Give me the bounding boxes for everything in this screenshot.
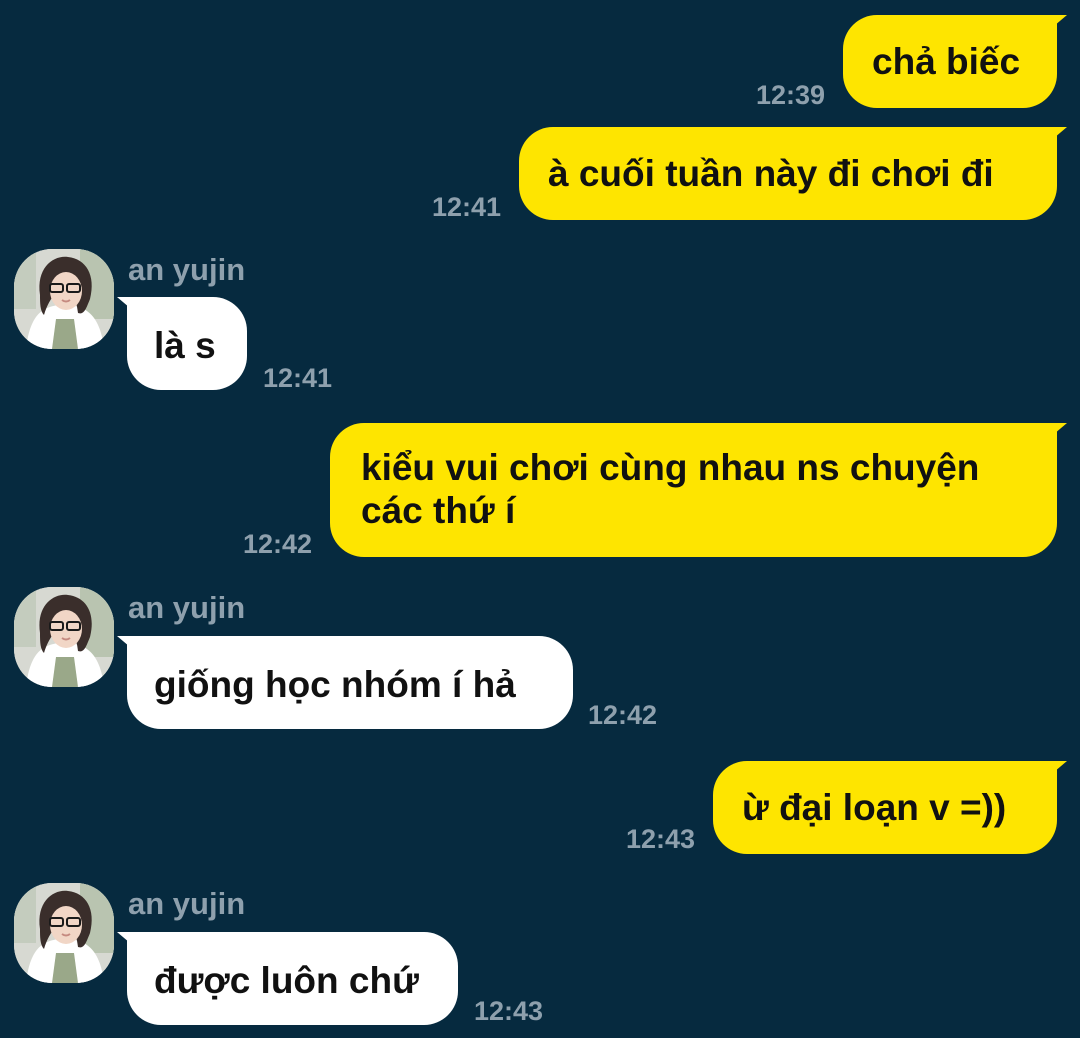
message-bubble-incoming[interactable]: giống học nhóm í hả <box>127 636 573 729</box>
message-text: giống học nhóm í hả <box>154 664 516 705</box>
avatar-photo-icon <box>14 587 114 687</box>
message-text: à cuối tuần này đi chơi đi <box>548 153 994 194</box>
message-time: 12:39 <box>756 80 826 110</box>
message-bubble-incoming[interactable]: được luôn chứ <box>127 932 458 1025</box>
message-text: là s <box>154 325 216 366</box>
message-text: chả biếc <box>872 41 1021 82</box>
message-time: 12:42 <box>243 529 313 559</box>
message-time: 12:41 <box>432 192 502 222</box>
message-text-line: kiểu vui chơi cùng nhau ns chuyện <box>361 447 980 488</box>
message-text-line: các thứ í <box>361 490 516 531</box>
message-time: 12:43 <box>474 996 544 1026</box>
avatar-photo-icon <box>14 883 114 983</box>
message-time: 12:41 <box>263 363 333 393</box>
message-time: 12:42 <box>588 700 658 730</box>
sender-name: an yujin <box>128 886 246 921</box>
message-bubble-outgoing[interactable]: chả biếc <box>843 15 1057 108</box>
avatar-photo-icon <box>14 249 114 349</box>
message-text: ừ đại loạn v =)) <box>742 787 1007 828</box>
message-time: 12:43 <box>626 824 696 854</box>
contact-avatar[interactable] <box>14 249 114 349</box>
message-text: được luôn chứ <box>154 960 419 1001</box>
message-bubble-incoming[interactable]: là s <box>127 297 247 390</box>
contact-avatar[interactable] <box>14 883 114 983</box>
message-bubble-outgoing[interactable]: ừ đại loạn v =)) <box>713 761 1057 854</box>
contact-avatar[interactable] <box>14 587 114 687</box>
sender-name: an yujin <box>128 590 246 625</box>
message-bubble-outgoing[interactable]: kiểu vui chơi cùng nhau ns chuyện các th… <box>330 423 1057 557</box>
message-bubble-outgoing[interactable]: à cuối tuần này đi chơi đi <box>519 127 1057 220</box>
sender-name: an yujin <box>128 252 246 287</box>
